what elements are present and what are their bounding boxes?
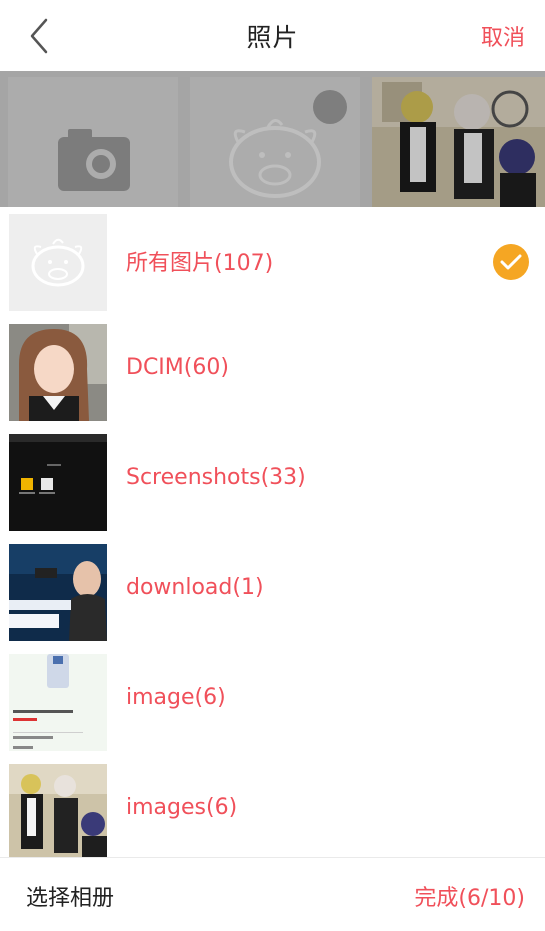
select-album-label: 选择相册 xyxy=(26,886,115,911)
album-label: download(1) xyxy=(126,575,264,600)
album-thumbnail xyxy=(9,654,107,751)
album-thumbnail xyxy=(9,214,107,311)
dim-overlay xyxy=(0,71,545,207)
album-label: images(6) xyxy=(126,795,238,820)
done-button[interactable]: 完成(6/10) xyxy=(414,880,525,912)
bottom-bar: 选择相册 完成(6/10) xyxy=(0,857,545,931)
album-thumbnail xyxy=(9,324,107,421)
selfie-photo-icon xyxy=(9,324,107,421)
cancel-button[interactable]: 取消 xyxy=(481,20,525,52)
product-screenshot-icon xyxy=(9,654,107,751)
album-thumbnail xyxy=(9,434,107,531)
dark-screenshot-icon xyxy=(9,434,107,531)
album-list: 所有图片(107) DCIM(60) Screenshots(33) downl… xyxy=(0,207,545,867)
album-row-all[interactable]: 所有图片(107) xyxy=(0,207,545,317)
album-row-dcim[interactable]: DCIM(60) xyxy=(0,317,545,427)
album-thumbnail xyxy=(9,764,107,861)
page-title: 照片 xyxy=(246,23,299,52)
album-row-image[interactable]: image(6) xyxy=(0,647,545,757)
album-row-images[interactable]: images(6) xyxy=(0,757,545,867)
top-bar: 照片 取消 xyxy=(0,0,545,72)
checkmark-icon xyxy=(493,244,529,280)
album-label: image(6) xyxy=(126,685,226,710)
album-label: DCIM(60) xyxy=(126,355,229,380)
album-row-screenshots[interactable]: Screenshots(33) xyxy=(0,427,545,537)
pig-placeholder-icon xyxy=(9,214,107,311)
anime-photo-icon xyxy=(9,764,107,861)
album-label: 所有图片(107) xyxy=(126,251,274,276)
album-thumbnail xyxy=(9,544,107,641)
album-row-download[interactable]: download(1) xyxy=(0,537,545,647)
poster-photo-icon xyxy=(9,544,107,641)
selected-check xyxy=(493,244,529,280)
album-label: Screenshots(33) xyxy=(126,465,306,490)
